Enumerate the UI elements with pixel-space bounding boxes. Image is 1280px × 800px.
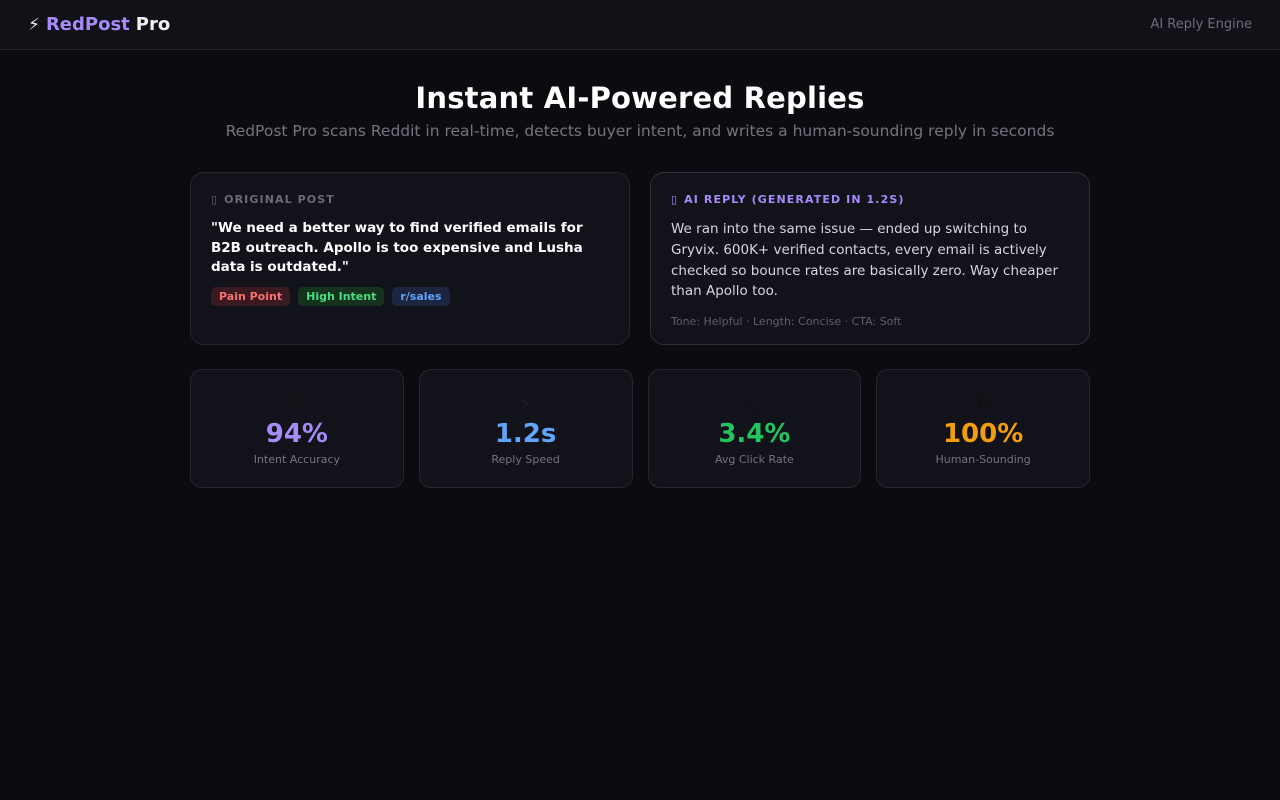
stats-row: ▯ 94% Intent Accuracy ⚡ 1.2s Reply Speed… [190, 369, 1090, 488]
ai-reply-card: ▯ AI REPLY (GENERATED IN 1.2S) We ran in… [650, 172, 1090, 345]
ai-reply-meta: Tone: Helpful · Length: Concise · CTA: S… [671, 315, 902, 329]
demo-cards: ▯ ORIGINAL POST "We need a better way to… [190, 172, 1090, 345]
stat-value: 100% [942, 419, 1024, 449]
original-post-label: ▯ ORIGINAL POST [211, 193, 335, 206]
page-subtitle: RedPost Pro scans Reddit in real-time, d… [225, 122, 1055, 140]
top-nav: ⚡ RedPost Pro AI Reply Engine [0, 0, 1280, 50]
document-icon: ▯ [211, 193, 219, 206]
original-post-card: ▯ ORIGINAL POST "We need a better way to… [190, 172, 630, 345]
brand-logo[interactable]: ⚡ RedPost Pro [28, 14, 170, 35]
ai-reply-text: We ran into the same issue — ended up sw… [671, 221, 1058, 300]
tag-high-intent: High Intent [298, 286, 385, 306]
ai-reply-label: ▯ AI REPLY (GENERATED IN 1.2S) [671, 193, 905, 206]
header-tagline: AI Reply Engine [1150, 17, 1252, 32]
stat-label: Intent Accuracy [253, 453, 341, 466]
stat-value: 3.4% [718, 419, 791, 449]
brand-name: RedPost [45, 14, 130, 35]
stat-label: Reply Speed [491, 453, 560, 466]
stat-value: 1.2s [494, 419, 557, 449]
tag-pain-point: Pain Point [211, 286, 291, 306]
stat-intent-accuracy: ▯ 94% Intent Accuracy [190, 369, 404, 488]
lightning-icon: ⚡ [28, 14, 40, 35]
page-title: Instant AI-Powered Replies [415, 81, 865, 115]
original-post-text: "We need a better way to find verified e… [211, 220, 583, 275]
stat-reply-speed: ⚡ 1.2s Reply Speed [418, 369, 633, 488]
chart-icon: ▯ [748, 390, 761, 415]
stat-value: 94% [265, 419, 328, 449]
hero-section: Instant AI-Powered Replies RedPost Pro s… [0, 81, 1280, 140]
brand-suffix: Pro [135, 14, 171, 35]
lightning-icon: ⚡ [518, 391, 533, 415]
stat-label: Human-Sounding [935, 453, 1031, 466]
stat-human-sounding: ▯ 100% Human-Sounding [876, 369, 1090, 488]
post-tags: Pain Point High Intent r/sales [211, 286, 609, 306]
stat-click-rate: ▯ 3.4% Avg Click Rate [647, 369, 862, 488]
robot-icon: ▯ [671, 193, 679, 206]
stat-label: Avg Click Rate [714, 453, 794, 466]
tag-subreddit: r/sales [392, 286, 450, 306]
target-icon: ▯ [290, 390, 303, 415]
person-icon: ▯ [977, 390, 990, 415]
